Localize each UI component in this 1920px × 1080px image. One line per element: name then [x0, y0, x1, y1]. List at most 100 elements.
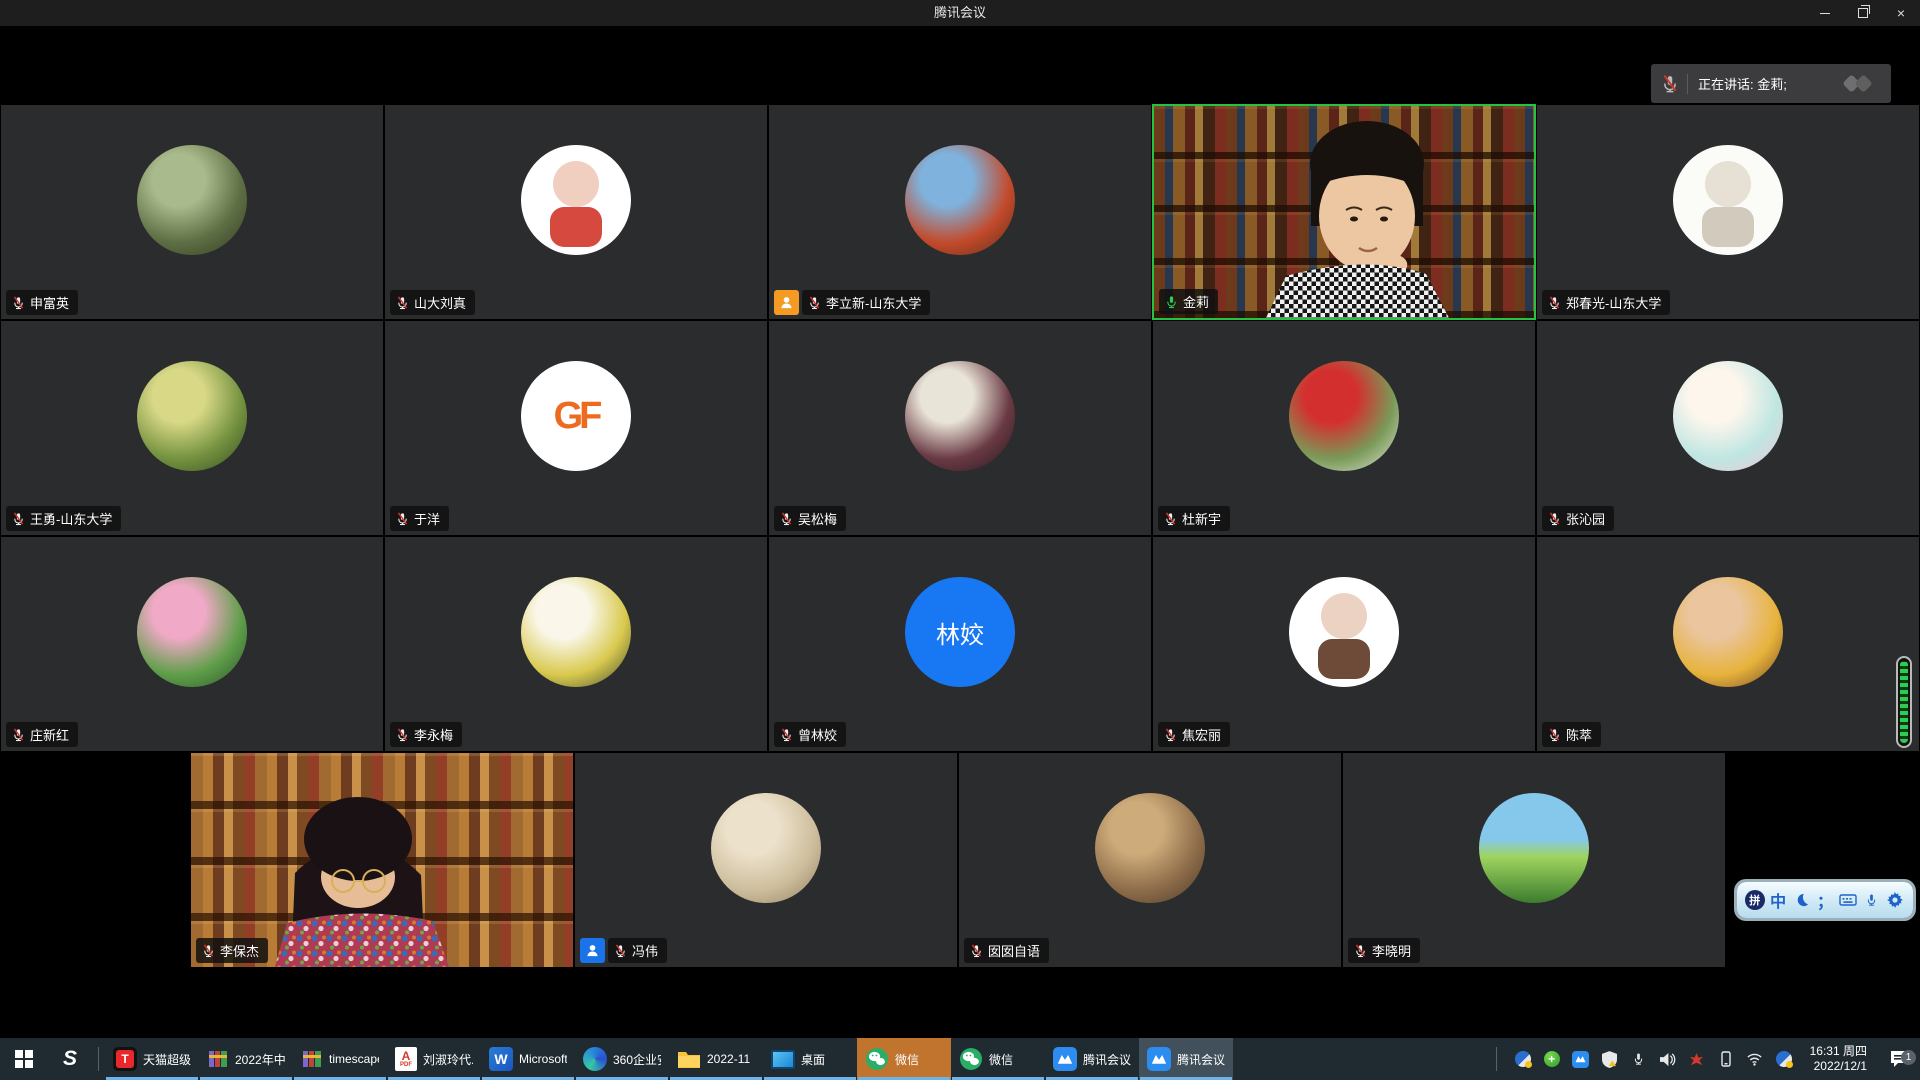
sogou-logo-icon[interactable]: 拼 [1745, 888, 1765, 912]
participant-tile[interactable]: 陈萃 [1536, 536, 1920, 752]
participant-tile[interactable]: 山大刘真 [384, 104, 768, 320]
participant-label-row: 庄新红 [6, 722, 78, 747]
window-title: 腾讯会议 [0, 0, 1920, 26]
wechat-icon [959, 1047, 983, 1071]
chinese-mode-button[interactable]: 中 [1768, 888, 1788, 912]
taskbar-app-winrar[interactable]: 2022年中... [199, 1038, 293, 1080]
participant-label-row: 吴松梅 [774, 506, 846, 531]
participant-label-row: 王勇-山东大学 [6, 506, 121, 531]
participant-name-label: 杜新宇 [1158, 506, 1230, 531]
shield-warning-icon[interactable] [1601, 1050, 1619, 1068]
speaking-indicator: 正在讲话: 金莉; [1651, 64, 1891, 103]
action-center-button[interactable]: 1 [1884, 1050, 1914, 1068]
avatar-cartoon-head [1705, 161, 1751, 207]
participant-label-row: 冯伟 [580, 938, 667, 963]
network-error-icon[interactable] [1688, 1050, 1706, 1068]
taskbar-app-label: timescape... [329, 1052, 379, 1066]
start-button[interactable] [0, 1038, 48, 1080]
taskbar-app-word[interactable]: WMicrosoft... [481, 1038, 575, 1080]
usb-device-icon[interactable] [1717, 1050, 1735, 1068]
participant-name-label: 郑春光-山东大学 [1542, 290, 1670, 315]
punctuation-button[interactable]: ； [1815, 888, 1835, 912]
participant-name: 李永梅 [414, 725, 453, 744]
participant-tile[interactable]: 杜新宇 [1152, 320, 1536, 536]
s-app-icon: S [63, 1047, 77, 1071]
mic-muted-icon [202, 943, 215, 959]
avatar: 林姣 [905, 577, 1015, 687]
tencent-meeting-logo-icon [1843, 75, 1877, 93]
sogou-colorful-icon[interactable] [1775, 1050, 1793, 1068]
taskbar-app-meeting[interactable]: 腾讯会议 [1139, 1038, 1233, 1080]
accel-ball-icon[interactable]: + [1543, 1050, 1561, 1068]
mic-muted-icon [614, 943, 627, 959]
avatar-cartoon-body [1318, 639, 1370, 679]
restore-button[interactable] [1844, 0, 1882, 26]
speaker-icon[interactable] [1659, 1050, 1677, 1068]
participant-tile[interactable]: 张沁园 [1536, 320, 1920, 536]
avatar [1673, 361, 1783, 471]
taskbar-app-meeting[interactable]: 腾讯会议 [1045, 1038, 1139, 1080]
taskbar-search-app-button[interactable]: S [48, 1038, 92, 1080]
settings-gear-button[interactable] [1885, 888, 1905, 912]
taskbar-app-browser360[interactable]: 360企业安... [575, 1038, 669, 1080]
close-button[interactable]: × [1882, 0, 1920, 26]
halfwidth-moon-button[interactable] [1792, 888, 1812, 912]
meeting-tray-icon[interactable] [1572, 1050, 1590, 1068]
participant-name: 庄新红 [30, 725, 69, 744]
participant-tile[interactable]: 庄新红 [0, 536, 384, 752]
mic-muted-icon [1164, 727, 1177, 743]
participant-name: 于洋 [414, 509, 440, 528]
ime-toolbar[interactable]: 拼中 ； [1737, 882, 1913, 918]
minimize-button[interactable] [1806, 0, 1844, 26]
taskbar-app-folder[interactable]: 2022-11 [669, 1038, 763, 1080]
avatar [1095, 793, 1205, 903]
mic-muted-icon [396, 295, 409, 311]
participant-tile[interactable]: 焦宏丽 [1152, 536, 1536, 752]
mic-tray-icon[interactable] [1630, 1050, 1648, 1068]
participant-label-row: 李保杰 [196, 938, 268, 963]
participant-tile[interactable]: 冯伟 [574, 752, 958, 968]
participant-tile[interactable]: GF于洋 [384, 320, 768, 536]
participant-tile[interactable]: 李立新-山东大学 [768, 104, 1152, 320]
participant-tile[interactable]: 金莉 [1152, 104, 1536, 320]
participant-tile[interactable]: 王勇-山东大学 [0, 320, 384, 536]
mic-muted-icon [1354, 943, 1367, 959]
participant-name: 杜新宇 [1182, 509, 1221, 528]
taskbar-app-tmall[interactable]: T天猫超级... [105, 1038, 199, 1080]
close-icon: × [1897, 6, 1905, 20]
window-controls: × [1806, 0, 1920, 26]
participant-tile[interactable]: 林姣曾林姣 [768, 536, 1152, 752]
mic-muted-icon [12, 727, 25, 743]
participant-tile[interactable]: 吴松梅 [768, 320, 1152, 536]
participant-tile[interactable]: 郑春光-山东大学 [1536, 104, 1920, 320]
avatar [521, 145, 631, 255]
browser360-icon [583, 1047, 607, 1071]
participant-name: 李晓明 [1372, 941, 1411, 960]
participant-tile[interactable]: 李永梅 [384, 536, 768, 752]
taskbar-app-wechat[interactable]: 微信 [857, 1038, 951, 1080]
participant-label-row: 山大刘真 [390, 290, 475, 315]
avatar [1289, 577, 1399, 687]
live-video [1154, 106, 1534, 318]
participant-tile[interactable]: 李晓明 [1342, 752, 1726, 968]
taskbar-app-pdf[interactable]: APDF刘淑玲代... [387, 1038, 481, 1080]
participant-label-row: 囡囡自语 [964, 938, 1049, 963]
avatar [905, 145, 1015, 255]
participant-label-row: 张沁园 [1542, 506, 1614, 531]
sogou-tray-icon[interactable] [1514, 1050, 1532, 1068]
participant-tile[interactable]: 李保杰 [190, 752, 574, 968]
avatar-initials: 林姣 [905, 577, 1015, 687]
pdf-icon: APDF [395, 1047, 417, 1071]
taskbar-app-wechat[interactable]: 微信 [951, 1038, 1045, 1080]
participant-tile[interactable]: 申富英 [0, 104, 384, 320]
keyboard-button[interactable] [1838, 888, 1858, 912]
taskbar-app-desktop[interactable]: 桌面 [763, 1038, 857, 1080]
voice-input-button[interactable] [1862, 888, 1882, 912]
participant-tile[interactable]: 囡囡自语 [958, 752, 1342, 968]
wifi-icon[interactable] [1746, 1050, 1764, 1068]
participant-name: 焦宏丽 [1182, 725, 1221, 744]
mic-muted-icon [808, 295, 821, 311]
taskbar-app-winrar[interactable]: timescape... [293, 1038, 387, 1080]
avatar [1289, 361, 1399, 471]
taskbar-clock[interactable]: 16:31 周四 2022/12/1 [1804, 1044, 1873, 1074]
